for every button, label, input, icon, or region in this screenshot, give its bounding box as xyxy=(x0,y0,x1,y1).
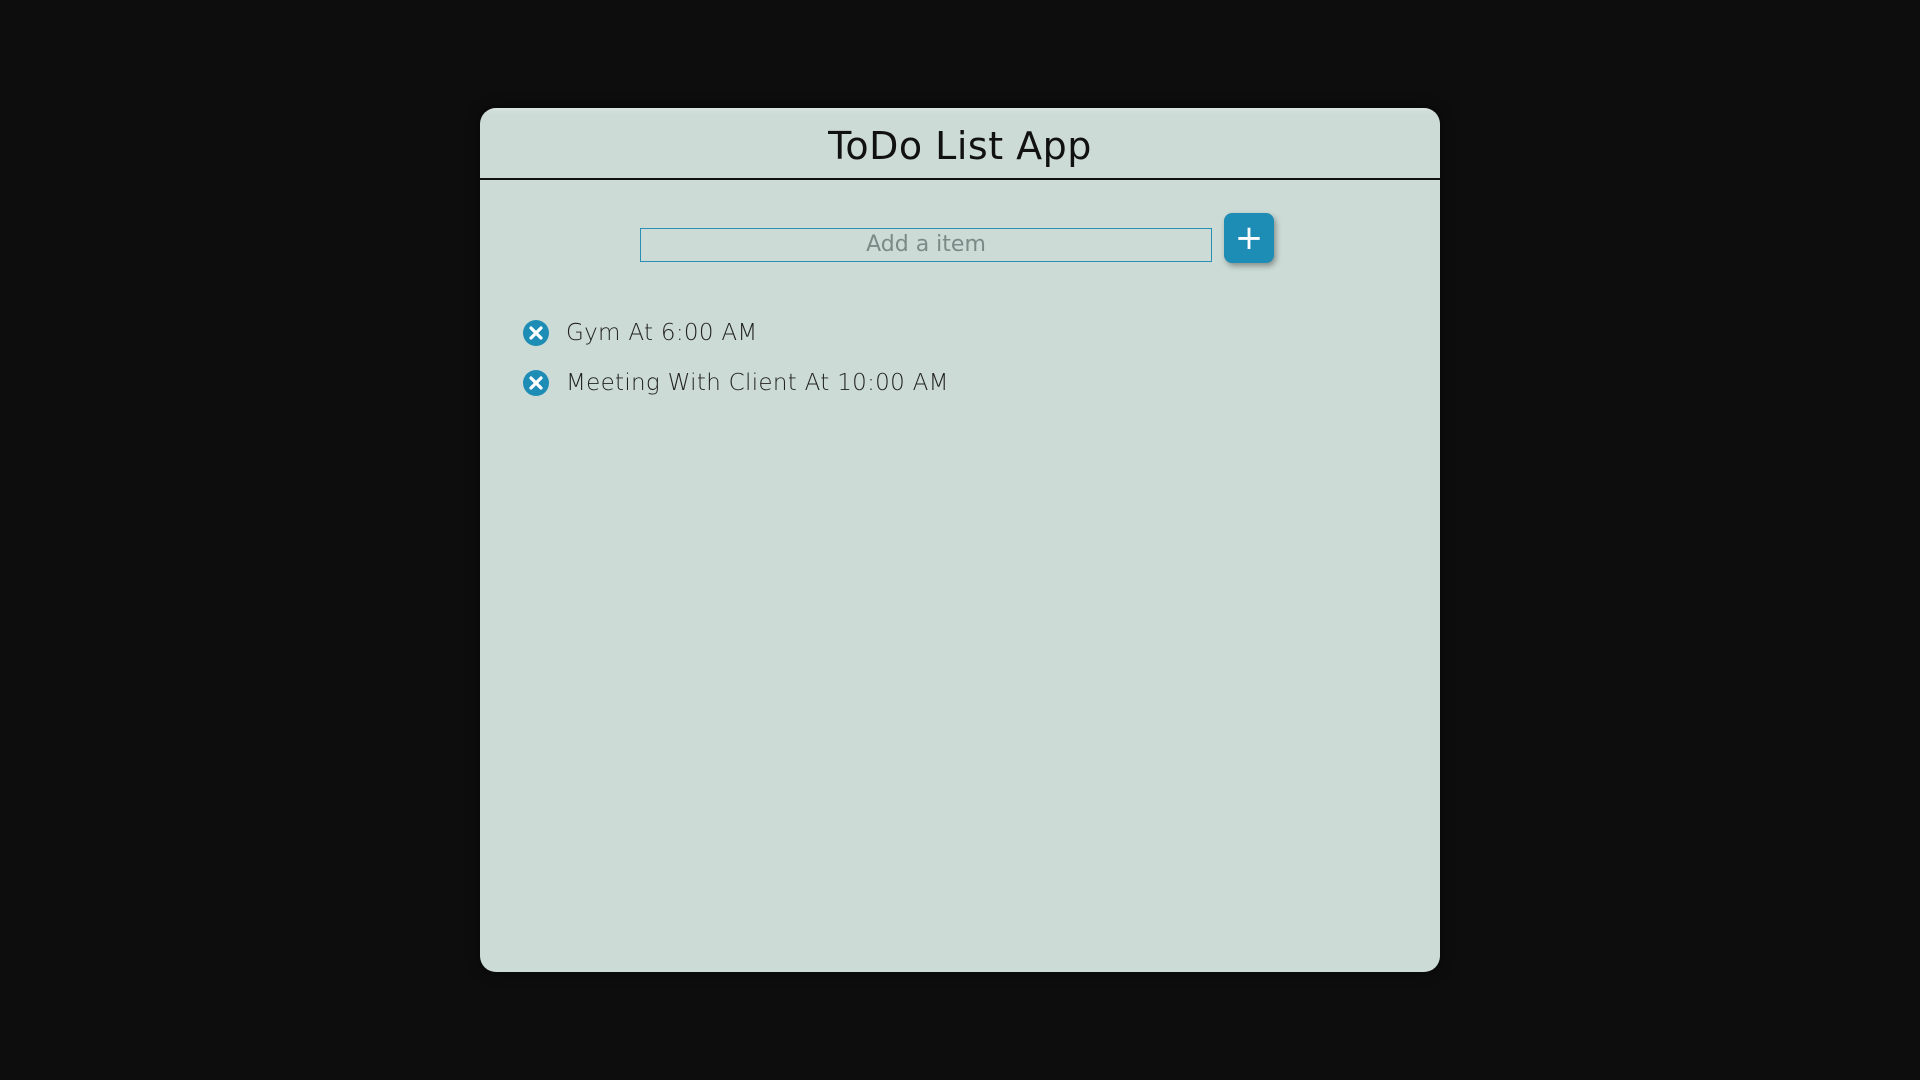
list-item-text: Meeting With Client At 10:00 AM xyxy=(566,370,949,396)
todo-card: ToDo List App + Gym At 6:00 AM Meeting W… xyxy=(480,108,1440,972)
add-item-row: + xyxy=(640,213,1274,263)
close-circle-icon[interactable] xyxy=(522,319,550,347)
close-circle-icon[interactable] xyxy=(522,369,550,397)
page-title: ToDo List App xyxy=(828,124,1092,168)
app-header: ToDo List App xyxy=(480,108,1440,180)
add-item-button[interactable]: + xyxy=(1224,213,1274,263)
add-item-input[interactable] xyxy=(640,227,1212,262)
list-item: Gym At 6:00 AM xyxy=(522,308,949,358)
todo-list: Gym At 6:00 AM Meeting With Client At 10… xyxy=(522,308,949,408)
list-item: Meeting With Client At 10:00 AM xyxy=(522,358,949,408)
list-item-text: Gym At 6:00 AM xyxy=(566,320,758,346)
